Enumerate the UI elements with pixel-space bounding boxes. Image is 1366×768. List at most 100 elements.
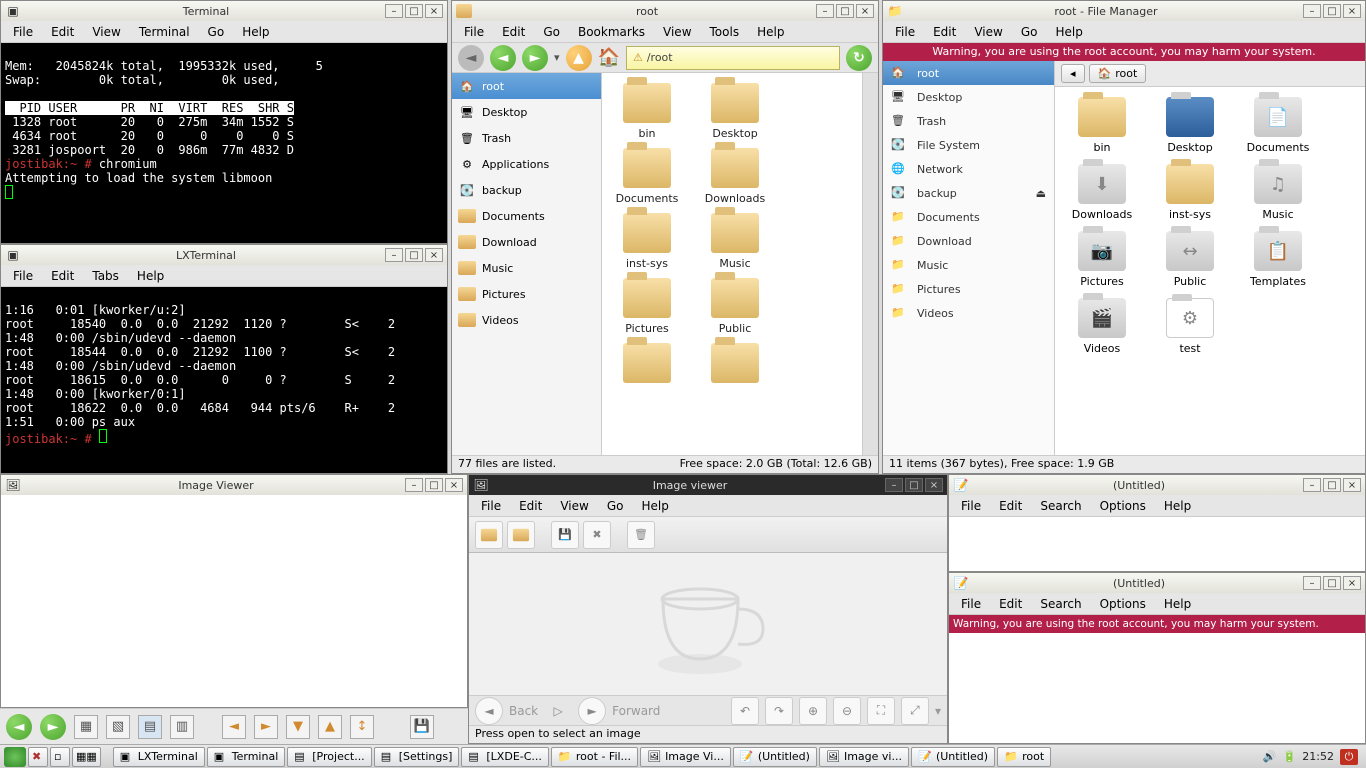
close-button[interactable]: × bbox=[425, 248, 443, 262]
folder-public[interactable]: Public bbox=[700, 278, 770, 335]
item-inst-sys[interactable]: inst-sys bbox=[1153, 164, 1227, 221]
item-bin[interactable]: bin bbox=[1065, 97, 1139, 154]
tray-icon[interactable]: 🔊 bbox=[1263, 750, 1277, 763]
icon-view[interactable]: binDesktop📄Documents⬇Downloadsinst-sys♫M… bbox=[1055, 87, 1365, 455]
menu-edit[interactable]: Edit bbox=[511, 497, 550, 515]
terminal-output[interactable]: 1:16 0:01 [kworker/u:2] root 18540 0.0 0… bbox=[1, 287, 447, 473]
item-documents[interactable]: 📄Documents bbox=[1241, 97, 1315, 154]
menu-file[interactable]: File bbox=[473, 497, 509, 515]
titlebar[interactable]: ▣ LXTerminal – □ × bbox=[1, 245, 447, 265]
menu-options[interactable]: Options bbox=[1092, 595, 1154, 613]
zoom-in-button[interactable]: ⊕ bbox=[799, 697, 827, 725]
sidebar-item-applications[interactable]: ⚙Applications bbox=[452, 151, 601, 177]
go-button[interactable]: ↻ bbox=[846, 45, 872, 71]
eject-icon[interactable]: ⏏ bbox=[1036, 187, 1046, 200]
folder-downloads[interactable]: Downloads bbox=[700, 148, 770, 205]
maximize-button[interactable]: □ bbox=[405, 4, 423, 18]
menu-view[interactable]: View bbox=[966, 23, 1010, 41]
icon-view[interactable]: binDesktopDocumentsDownloadsinst-sysMusi… bbox=[602, 73, 862, 455]
maximize-button[interactable]: □ bbox=[1323, 478, 1341, 492]
editor-textarea[interactable] bbox=[949, 517, 1365, 571]
menu-terminal[interactable]: Terminal bbox=[131, 23, 198, 41]
tool-button[interactable]: ▦ bbox=[74, 715, 98, 739]
minimize-button[interactable]: – bbox=[1303, 4, 1321, 18]
up-button[interactable]: ▲ bbox=[566, 45, 592, 71]
maximize-button[interactable]: □ bbox=[1323, 576, 1341, 590]
menu-help[interactable]: Help bbox=[749, 23, 792, 41]
menu-file[interactable]: File bbox=[5, 23, 41, 41]
item-public[interactable]: ↔Public bbox=[1153, 231, 1227, 288]
menu-bookmarks[interactable]: Bookmarks bbox=[570, 23, 653, 41]
maximize-button[interactable]: □ bbox=[836, 4, 854, 18]
taskbar-item[interactable]: 📝(Untitled) bbox=[733, 747, 817, 767]
menu-go[interactable]: Go bbox=[535, 23, 568, 41]
menu-help[interactable]: Help bbox=[633, 497, 676, 515]
menu-go[interactable]: Go bbox=[599, 497, 632, 515]
minimize-button[interactable]: – bbox=[885, 478, 903, 492]
sidebar-item-videos[interactable]: Videos bbox=[452, 307, 601, 333]
item-downloads[interactable]: ⬇Downloads bbox=[1065, 164, 1139, 221]
rotate-left-button[interactable]: ↶ bbox=[731, 697, 759, 725]
editor-textarea[interactable] bbox=[949, 633, 1365, 743]
arrow-right-icon[interactable]: ► bbox=[254, 715, 278, 739]
folder-music[interactable]: Music bbox=[700, 213, 770, 270]
sidebar-item-documents[interactable]: Documents bbox=[452, 203, 601, 229]
play-button[interactable]: ▷ bbox=[544, 697, 572, 725]
sidebar-item-pictures[interactable]: Pictures bbox=[452, 281, 601, 307]
save-icon[interactable]: 💾 bbox=[410, 715, 434, 739]
item-test[interactable]: ⚙test bbox=[1153, 298, 1227, 355]
menu-edit[interactable]: Edit bbox=[991, 595, 1030, 613]
maximize-button[interactable]: □ bbox=[1323, 4, 1341, 18]
sidebar-item-pictures[interactable]: 📁Pictures bbox=[883, 277, 1054, 301]
titlebar[interactable]: 📁 root - File Manager – □ × bbox=[883, 1, 1365, 21]
sidebar-item-trash[interactable]: 🗑Trash bbox=[883, 109, 1054, 133]
zoom-out-button[interactable]: ⊖ bbox=[833, 697, 861, 725]
arrow-updown-icon[interactable]: ↕ bbox=[350, 715, 374, 739]
arrow-up-icon[interactable]: ▲ bbox=[318, 715, 342, 739]
folder-inst-sys[interactable]: inst-sys bbox=[612, 213, 682, 270]
taskbar-item[interactable]: 🖼Image vi... bbox=[819, 747, 909, 767]
item-templates[interactable]: 📋Templates bbox=[1241, 231, 1315, 288]
sidebar-item-network[interactable]: 🌐Network bbox=[883, 157, 1054, 181]
save-button[interactable]: 💾 bbox=[551, 521, 579, 549]
titlebar[interactable]: 🖼 Image viewer – □ × bbox=[469, 475, 947, 495]
minimize-button[interactable]: – bbox=[385, 4, 403, 18]
sidebar-item-desktop[interactable]: 🖥Desktop bbox=[452, 99, 601, 125]
sidebar-item-backup[interactable]: 💽backup bbox=[452, 177, 601, 203]
tool-button[interactable]: ▤ bbox=[138, 715, 162, 739]
home-icon[interactable]: 🏠 bbox=[598, 47, 620, 68]
minimize-button[interactable]: – bbox=[1303, 478, 1321, 492]
close-button[interactable]: × bbox=[1343, 4, 1361, 18]
back-button[interactable]: ◄ bbox=[475, 697, 503, 725]
close-file-button[interactable]: ✖ bbox=[583, 521, 611, 549]
folder-bin[interactable]: bin bbox=[612, 83, 682, 140]
scrollbar[interactable] bbox=[862, 73, 878, 455]
menu-go[interactable]: Go bbox=[1013, 23, 1046, 41]
close-button[interactable]: × bbox=[1343, 478, 1361, 492]
arrow-left-icon[interactable]: ◄ bbox=[222, 715, 246, 739]
breadcrumb-root[interactable]: 🏠 root bbox=[1089, 64, 1147, 83]
rotate-right-button[interactable]: ↷ bbox=[765, 697, 793, 725]
folder-documents[interactable]: Documents bbox=[612, 148, 682, 205]
sidebar-item-file-system[interactable]: 💽File System bbox=[883, 133, 1054, 157]
path-input[interactable]: ⚠ /root bbox=[626, 46, 840, 70]
open-button[interactable] bbox=[475, 521, 503, 549]
taskbar-item[interactable]: ▤[Project... bbox=[287, 747, 371, 767]
menu-edit[interactable]: Edit bbox=[494, 23, 533, 41]
back-button[interactable]: ◄ bbox=[458, 45, 484, 71]
delete-button[interactable]: 🗑 bbox=[627, 521, 655, 549]
start-button[interactable] bbox=[4, 747, 26, 767]
item-videos[interactable]: 🎬Videos bbox=[1065, 298, 1139, 355]
close-button[interactable]: × bbox=[1343, 576, 1361, 590]
folder-item[interactable] bbox=[612, 343, 682, 387]
menu-help[interactable]: Help bbox=[234, 23, 277, 41]
workspace-switcher[interactable]: ▦▦ bbox=[72, 747, 101, 767]
menu-edit[interactable]: Edit bbox=[925, 23, 964, 41]
tool-button[interactable]: ▧ bbox=[106, 715, 130, 739]
sidebar-item-download[interactable]: 📁Download bbox=[883, 229, 1054, 253]
sidebar-item-download[interactable]: Download bbox=[452, 229, 601, 255]
close-button[interactable]: × bbox=[856, 4, 874, 18]
menu-tools[interactable]: Tools bbox=[702, 23, 748, 41]
sidebar-item-desktop[interactable]: 🖥Desktop bbox=[883, 85, 1054, 109]
menu-view[interactable]: View bbox=[552, 497, 596, 515]
